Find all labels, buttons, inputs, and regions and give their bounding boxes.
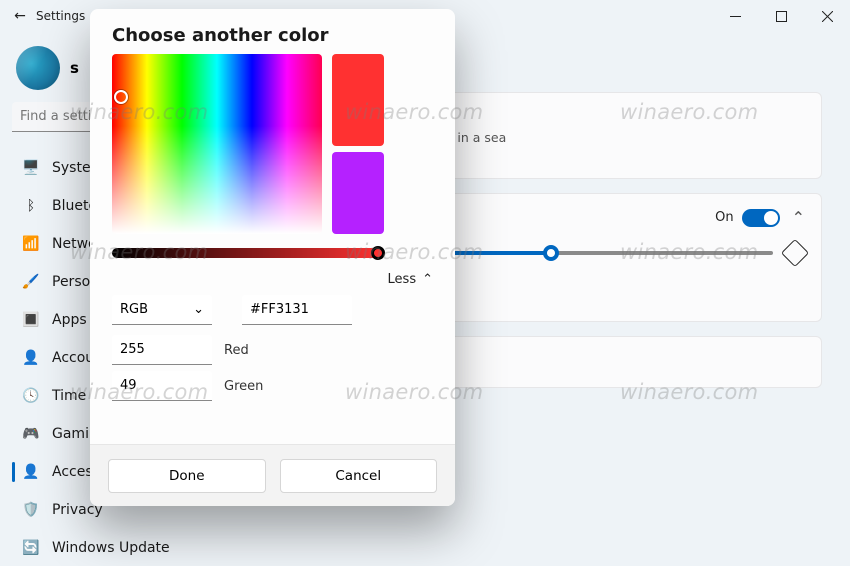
value-slider[interactable] [112, 248, 382, 258]
sidebar-icon: 🔳 [22, 311, 40, 329]
slider-thumb[interactable] [543, 245, 559, 261]
indicator-toggle[interactable] [742, 209, 780, 227]
close-button[interactable] [804, 0, 850, 32]
channel-input-green[interactable] [112, 371, 212, 401]
done-button[interactable]: Done [108, 459, 266, 493]
chevron-up-icon[interactable]: ⌃ [792, 208, 805, 227]
hex-input[interactable] [242, 295, 352, 325]
chevron-up-icon: ⌃ [422, 272, 433, 287]
less-toggle[interactable]: Less ⌃ [112, 272, 433, 287]
channel-input-red[interactable] [112, 335, 212, 365]
sidebar-icon: 👤 [22, 463, 40, 481]
sidebar-item-windows-update[interactable]: 🔄 Windows Update [12, 530, 248, 566]
channel-label: Green [224, 379, 263, 394]
modal-title: Choose another color [90, 9, 455, 54]
sidebar-icon: ᛒ [22, 197, 40, 215]
color-preview-current [332, 54, 384, 146]
sidebar-icon: 🕓 [22, 387, 40, 405]
minimize-button[interactable] [712, 0, 758, 32]
diamond-icon-large [781, 239, 809, 267]
color-picker-modal: Choose another color Less ⌃ RGB ⌄ Red Gre… [90, 9, 455, 506]
sidebar-icon: 🎮 [22, 425, 40, 443]
less-label: Less [388, 272, 417, 287]
sidebar-icon: 👤 [22, 349, 40, 367]
sidebar-item-label: Windows Update [52, 540, 170, 556]
sidebar-icon: 📶 [22, 235, 40, 253]
sidebar-icon: 🔄 [22, 539, 40, 557]
channel-label: Red [224, 343, 249, 358]
cancel-button[interactable]: Cancel [280, 459, 438, 493]
gradient-cursor[interactable] [114, 90, 128, 104]
toggle-state: On [715, 210, 733, 225]
sidebar-icon: 🖥️ [22, 159, 40, 177]
value-slider-thumb[interactable] [371, 246, 385, 260]
app-title: Settings [36, 9, 85, 23]
profile-name: s [70, 59, 79, 77]
color-gradient[interactable] [112, 54, 322, 234]
color-mode-select[interactable]: RGB ⌄ [112, 295, 212, 325]
color-mode-value: RGB [120, 302, 148, 317]
sidebar-icon: 🛡️ [22, 501, 40, 519]
chevron-down-icon: ⌄ [193, 302, 204, 317]
back-icon[interactable]: ← [8, 8, 32, 24]
color-preview-previous [332, 152, 384, 234]
sidebar-icon: 🖌️ [22, 273, 40, 291]
sidebar-item-label: Apps [52, 312, 87, 328]
avatar [16, 46, 60, 90]
maximize-button[interactable] [758, 0, 804, 32]
